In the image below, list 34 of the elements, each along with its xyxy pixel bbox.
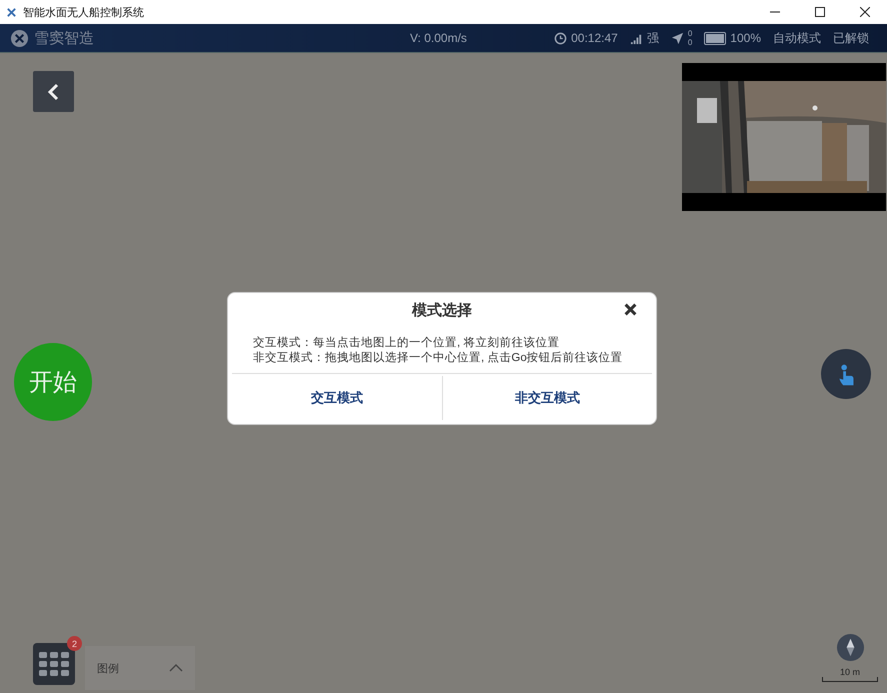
mode-description: 交互模式：每当点击地图上的一个位置, 将立刻前往该位置: [253, 336, 560, 351]
navigation-arrow-icon: [670, 32, 684, 44]
close-icon: [624, 303, 637, 316]
chevron-up-icon[interactable]: [169, 664, 183, 672]
map-area[interactable]: 开始 2 图例 10 m 模式选择 交互模式：每当点击地图上的一个位置, 将立刻前往该位置 非交互模式：拖拽地图以选择一个中心位置, 点击Go按钮后前往该位置 交互模式 非交互模式: [0, 53, 887, 693]
clock-icon: [554, 32, 568, 44]
mode-option-button[interactable]: 交互模式: [232, 376, 442, 420]
back-button[interactable]: [33, 71, 74, 112]
legend-label: 图例: [97, 662, 119, 676]
close-icon: [860, 7, 870, 17]
lock-status: 已解锁: [833, 30, 869, 46]
dialog-title: 模式选择: [412, 300, 472, 320]
maximize-icon: [814, 7, 824, 17]
battery-percent: 100%: [730, 31, 761, 45]
compass-icon[interactable]: [836, 633, 865, 662]
notification-badge: 2: [67, 636, 82, 651]
battery-icon: [704, 32, 726, 44]
mode-status: 自动模式: [773, 30, 821, 46]
signal-strength: 强: [646, 30, 659, 46]
position-value: 0: [688, 29, 692, 38]
scale-label: 10 m: [840, 667, 860, 677]
pointer-mode-button[interactable]: [821, 349, 871, 399]
logo-icon: [10, 28, 29, 48]
window-title: 智能水面无人船控制系统: [23, 6, 144, 20]
elapsed-time: 00:12:47: [571, 31, 618, 45]
position-value: 0: [688, 38, 692, 47]
mode-description: 非交互模式：拖拽地图以选择一个中心位置, 点击Go按钮后前往该位置: [253, 351, 624, 366]
close-button[interactable]: [623, 302, 638, 317]
scale-bar: [822, 677, 878, 682]
mode-option-button[interactable]: 非交互模式: [442, 376, 652, 420]
app-icon: [6, 6, 17, 18]
speed-reading: V: 0.00m/s: [410, 31, 467, 45]
logo-text: 雪窦智造: [34, 28, 94, 48]
grid-icon: [39, 652, 69, 676]
